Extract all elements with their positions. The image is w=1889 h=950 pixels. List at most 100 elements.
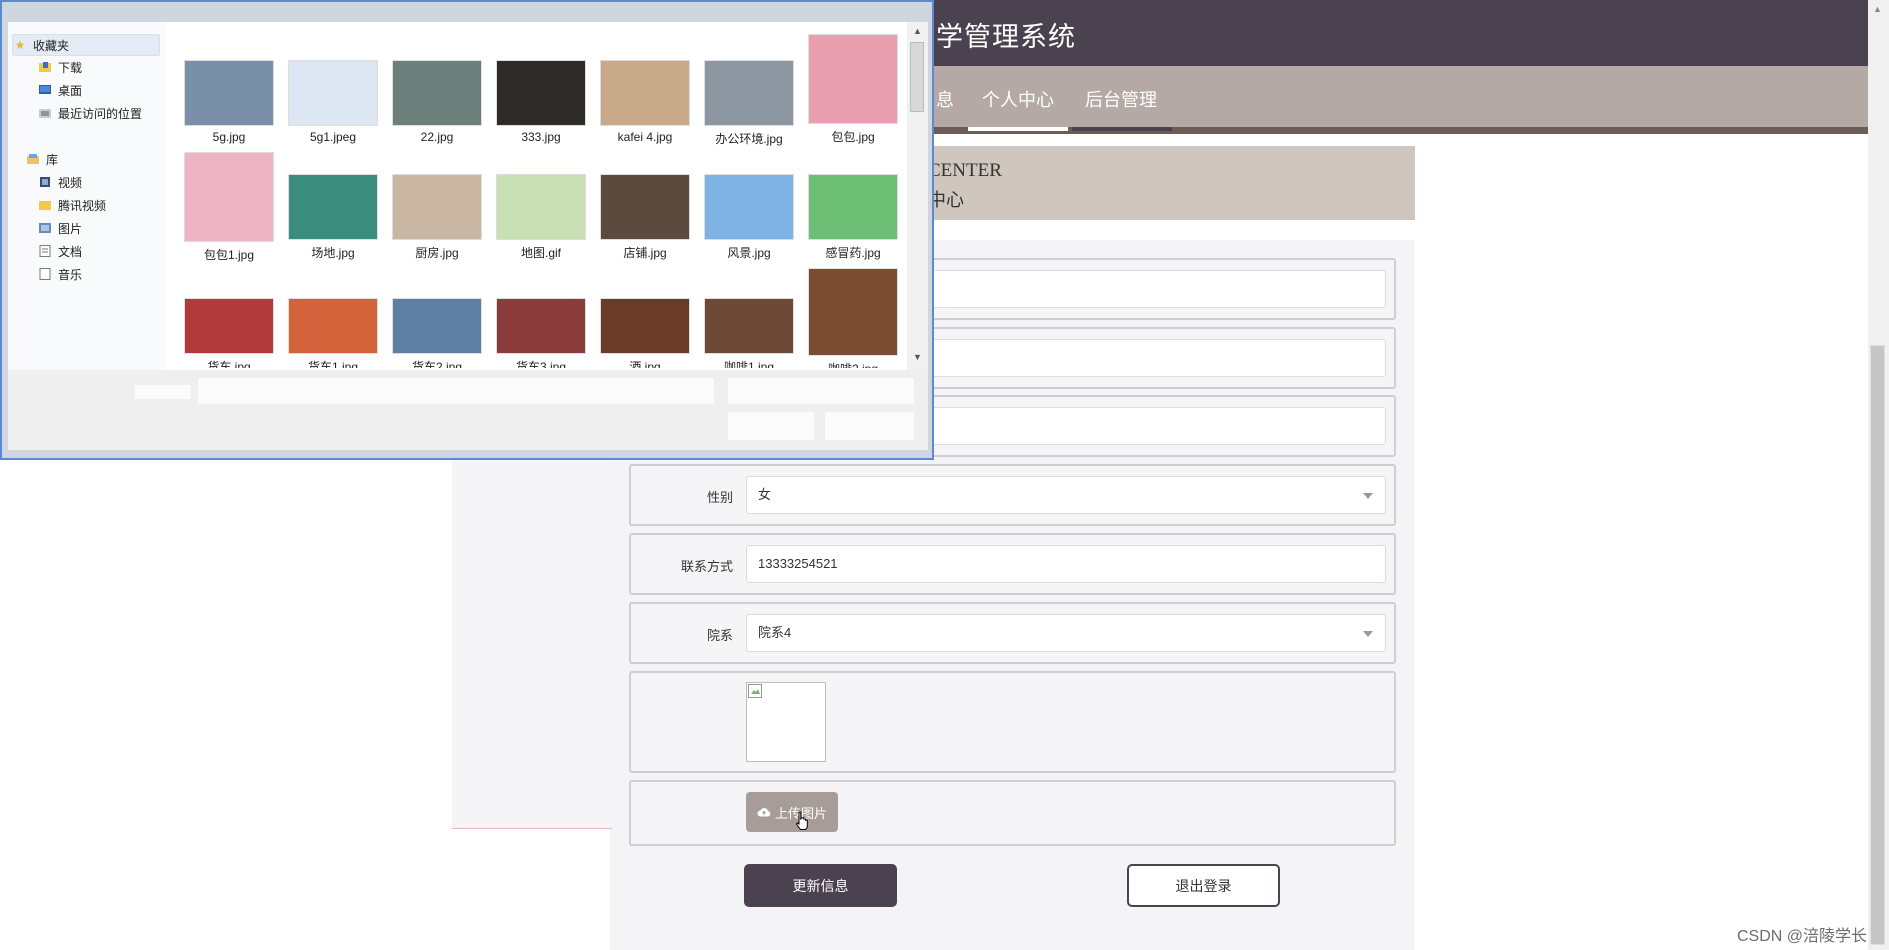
tree-label-music: 音乐 (58, 267, 83, 282)
gender-select[interactable]: 女 (746, 476, 1386, 514)
department-select[interactable]: 院系4 (746, 614, 1386, 652)
file-item[interactable]: kafei 4.jpg (595, 60, 695, 144)
file-item[interactable]: 货车.jpg (179, 298, 279, 375)
file-thumbnail (184, 60, 274, 126)
file-thumbnail (392, 298, 482, 354)
file-thumbnail (600, 60, 690, 126)
scroll-down-icon[interactable]: ▼ (913, 352, 922, 362)
phone-label: 联系方式 (680, 559, 733, 574)
file-item[interactable]: 咖啡1.jpg (699, 298, 799, 375)
file-thumbnail (808, 174, 898, 240)
file-item[interactable]: 包包1.jpg (179, 152, 279, 263)
form-row-upload: 上传图片 (629, 780, 1396, 846)
tree-label-videos: 视频 (58, 175, 83, 190)
tree-label-favorites: 收藏夹 (33, 38, 70, 53)
nav-decor-strip (920, 127, 1868, 134)
file-thumbnail (496, 174, 586, 240)
filetype-select[interactable] (728, 378, 914, 404)
file-thumbnail (288, 60, 378, 126)
file-item[interactable]: 地图.gif (491, 174, 591, 261)
file-item[interactable]: 5g.jpg (179, 60, 279, 144)
tree-item-pictures[interactable]: 图片 (38, 218, 82, 238)
file-name: 场地.jpg (311, 246, 355, 260)
file-item[interactable]: 5g1.jpeg (283, 60, 383, 144)
nav-item-personal-center[interactable]: 个人中心 (982, 86, 1054, 112)
update-info-button[interactable]: 更新信息 (744, 864, 897, 907)
upload-image-button[interactable]: 上传图片 (746, 792, 838, 832)
file-name: 5g.jpg (212, 130, 246, 144)
form-row-avatar (629, 671, 1396, 773)
page-scrollbar[interactable]: ▲ (1868, 0, 1889, 950)
nav-item-admin[interactable]: 后台管理 (1085, 86, 1157, 112)
tree-item-documents[interactable]: 文档 (38, 241, 82, 261)
dialog-scrollbar-thumb[interactable] (910, 42, 924, 112)
filename-input[interactable] (198, 378, 714, 404)
gender-value: 女 (758, 487, 772, 502)
file-thumbnail (184, 298, 274, 354)
file-item[interactable]: 包包.jpg (803, 34, 903, 145)
file-name: 办公环境.jpg (715, 132, 783, 146)
file-item[interactable]: 办公环境.jpg (699, 60, 799, 147)
file-item[interactable]: 22.jpg (387, 60, 487, 144)
file-name: 22.jpg (420, 130, 454, 144)
chevron-down-icon (1363, 631, 1373, 637)
banner-title-en: CENTER (928, 160, 1002, 181)
file-thumbnail (808, 268, 898, 356)
tree-item-downloads[interactable]: 下载 (38, 57, 82, 77)
cancel-button[interactable] (825, 412, 914, 440)
file-name: 感冒药.jpg (825, 246, 881, 260)
phone-input[interactable]: 13333254521 (746, 545, 1386, 583)
file-item[interactable]: 货车3.jpg (491, 298, 591, 375)
page-scrollbar-thumb[interactable] (1870, 345, 1885, 945)
open-button[interactable] (728, 412, 814, 440)
nav-item-info[interactable]: 息 (936, 86, 954, 112)
file-item[interactable]: 厨房.jpg (387, 174, 487, 261)
form-row-department: 院系 院系4 (629, 602, 1396, 664)
dialog-scrollbar[interactable]: ▲ ▼ (907, 22, 928, 370)
dialog-nav-pane: ★ 收藏夹 下载 桌面 最近访问的位置 库 视频 腾讯视频 图片 文档 音乐 (8, 22, 165, 370)
broken-image-icon (748, 684, 762, 698)
tree-item-tencent-video[interactable]: 腾讯视频 (38, 195, 106, 215)
file-name: 店铺.jpg (623, 246, 667, 260)
folder-icon (38, 199, 52, 211)
file-thumbnail (808, 34, 898, 124)
file-thumbnail (288, 298, 378, 354)
form-row-phone: 联系方式 13333254521 (629, 533, 1396, 595)
file-item[interactable]: 风景.jpg (699, 174, 799, 261)
file-item[interactable]: 感冒药.jpg (803, 174, 903, 261)
logout-button[interactable]: 退出登录 (1127, 864, 1280, 907)
picture-icon (38, 222, 52, 234)
scroll-up-icon[interactable]: ▲ (1873, 4, 1882, 14)
left-panel (452, 458, 612, 828)
file-item[interactable]: 货车2.jpg (387, 298, 487, 375)
recent-places-icon (38, 107, 52, 119)
tree-item-libraries[interactable]: 库 (26, 149, 58, 169)
tree-item-favorites[interactable]: ★ 收藏夹 (12, 34, 160, 56)
file-item[interactable]: 货车1.jpg (283, 298, 383, 375)
tree-label-desktop: 桌面 (58, 83, 83, 98)
file-name: 地图.gif (520, 246, 561, 260)
document-icon (38, 245, 52, 257)
dialog-bottom-bar (8, 370, 928, 450)
file-thumbnail (600, 174, 690, 240)
app-title: 学管理系统 (936, 22, 1076, 52)
file-thumbnail (704, 60, 794, 126)
file-name: 包包1.jpg (203, 248, 255, 262)
file-item[interactable]: 店铺.jpg (595, 174, 695, 261)
left-divider (452, 828, 612, 829)
form-row-gender: 性别 女 (629, 464, 1396, 526)
tree-label-recent: 最近访问的位置 (58, 106, 143, 121)
tree-label-downloads: 下载 (58, 60, 83, 75)
tree-item-recent[interactable]: 最近访问的位置 (38, 103, 142, 123)
file-name: 333.jpg (521, 130, 561, 144)
file-item[interactable]: 333.jpg (491, 60, 591, 144)
file-item[interactable]: 咖啡2.jpg (803, 268, 903, 377)
watermark: CSDN @涪陵学长 (1737, 928, 1868, 945)
tree-item-videos[interactable]: 视频 (38, 172, 82, 192)
scroll-up-icon[interactable]: ▲ (913, 26, 922, 36)
tree-item-desktop[interactable]: 桌面 (38, 80, 82, 100)
tree-item-music[interactable]: 音乐 (38, 264, 82, 284)
tree-label-documents: 文档 (58, 244, 83, 259)
file-item[interactable]: 场地.jpg (283, 174, 383, 261)
file-item[interactable]: 酒.jpg (595, 298, 695, 375)
